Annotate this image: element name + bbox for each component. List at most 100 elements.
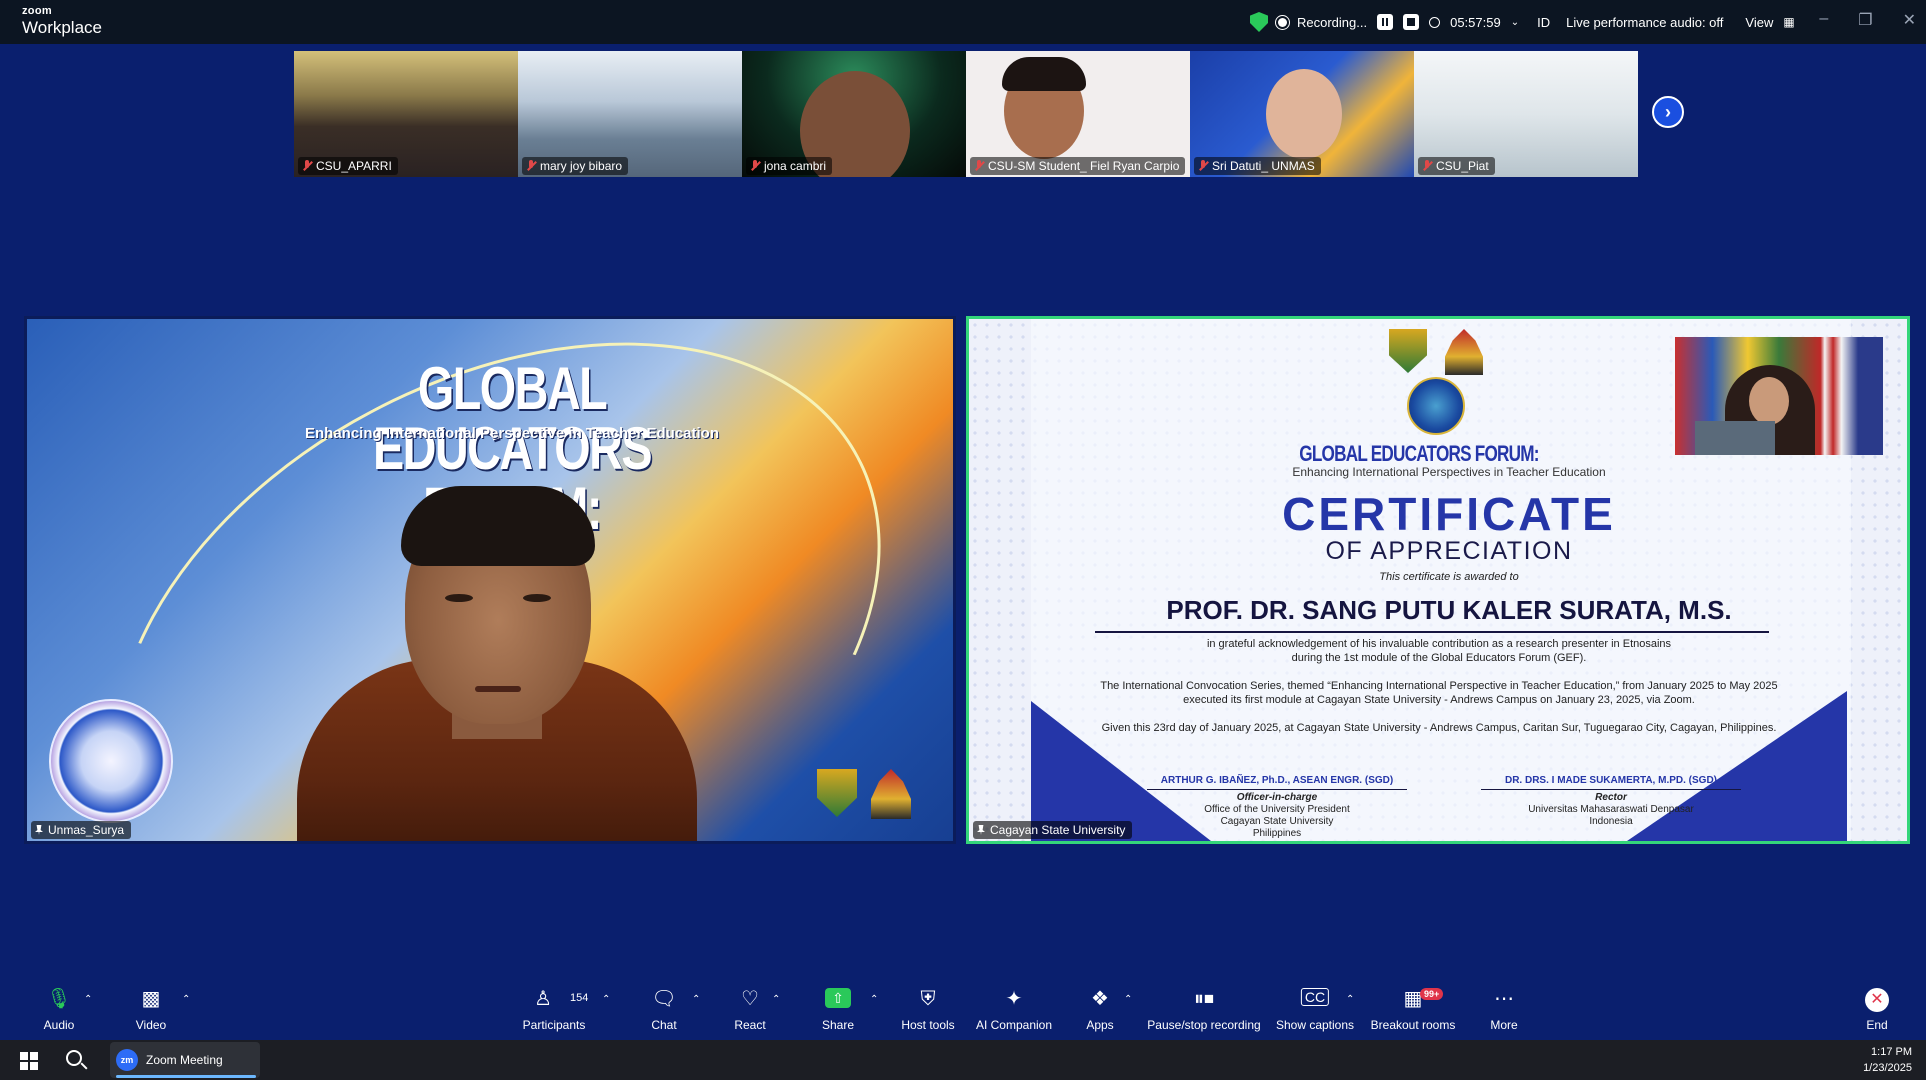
speaker-person <box>297 464 697 841</box>
pause-stop-recording-button[interactable]: ⏸⏹ Pause/stop recording <box>1146 984 1262 1038</box>
signatory-left-role: Officer-in-charge <box>1236 792 1318 803</box>
apps-button[interactable]: ❖ Apps <box>1084 984 1116 1038</box>
video-camera-icon: ▩ <box>141 988 161 1010</box>
certificate-text-line: during the 1st module of the Global Educ… <box>1291 652 1587 664</box>
zoom-app-icon: zm <box>116 1049 138 1071</box>
system-date: 1/23/2025 <box>1863 1062 1912 1074</box>
signatory-left-org: Philippines <box>1252 828 1302 839</box>
certificate-text-line: executed its first module at Cagayan Sta… <box>1183 694 1695 706</box>
participant-label: jona cambri <box>746 157 833 175</box>
ai-companion-button[interactable]: ✦ AI Companion <box>972 984 1056 1038</box>
participant-tile[interactable]: CSU_Piat <box>1414 51 1638 177</box>
search-icon[interactable] <box>66 1050 82 1066</box>
ai-companion-label: AI Companion <box>975 1018 1053 1032</box>
apps-options-chevron-icon[interactable]: ⌃ <box>1124 994 1132 1005</box>
host-tools-label: Host tools <box>901 1018 955 1032</box>
chevron-right-icon: › <box>1665 101 1671 122</box>
end-meeting-button[interactable]: ✕ End <box>1864 984 1890 1038</box>
share-label: Share <box>821 1018 855 1032</box>
taskbar-app-label: Zoom Meeting <box>146 1053 223 1067</box>
audio-label: Audio <box>43 1018 75 1032</box>
show-captions-label: Show captions <box>1275 1018 1355 1032</box>
taskbar-zoom-app[interactable]: zm Zoom Meeting <box>110 1042 260 1078</box>
video-button[interactable]: ▩ Video <box>130 984 172 1038</box>
participant-tile[interactable]: CSU_APARRI <box>294 51 518 177</box>
participant-name: CSU-SM Student_ Fiel Ryan Carpio <box>988 159 1180 173</box>
csu-logo <box>817 769 857 817</box>
share-button[interactable]: ⇧ Share <box>818 984 858 1038</box>
speaker-name-tag: Cagayan State University <box>973 821 1133 839</box>
clock-icon <box>1429 16 1441 28</box>
video-options-chevron-icon[interactable]: ⌃ <box>182 994 190 1005</box>
certificate-text-line: The International Convocation Series, th… <box>1100 680 1778 692</box>
unmas-logo <box>871 769 911 819</box>
participants-count: 154 <box>570 992 589 1004</box>
grid-view-icon[interactable]: ▦ <box>1783 15 1794 29</box>
sparkle-icon: ✦ <box>1005 988 1023 1010</box>
pause-recording-button[interactable] <box>1377 14 1394 30</box>
minimize-icon[interactable]: – <box>1819 10 1828 30</box>
stop-recording-button[interactable] <box>1403 14 1420 30</box>
view-button[interactable]: View <box>1745 15 1773 30</box>
brand-small: zoom <box>22 5 52 17</box>
gallery-next-page-button[interactable]: › <box>1652 96 1684 128</box>
speaker-video-left[interactable]: GLOBAL EDUCATORS FORUM: Enhancing Intern… <box>24 316 956 844</box>
recording-status-group: Recording... 05:57:59 ⌄ ID Live performa… <box>1250 8 1795 36</box>
os-taskbar: zm Zoom Meeting 1:17 PM 1/23/2025 <box>0 1040 1926 1080</box>
chat-options-chevron-icon[interactable]: ⌃ <box>692 994 700 1005</box>
react-button[interactable]: ♡ React <box>730 984 770 1038</box>
maximize-icon[interactable]: ❐ <box>1858 10 1872 30</box>
signatory-right-org: Universitas Mahasaraswati Denpasar <box>1528 804 1694 815</box>
participants-label: Participants <box>522 1018 586 1032</box>
speaker-mouth <box>475 686 521 692</box>
participants-options-chevron-icon[interactable]: ⌃ <box>602 994 610 1005</box>
participant-name: mary joy bibaro <box>540 159 623 173</box>
audio-options-chevron-icon[interactable]: ⌃ <box>84 994 92 1005</box>
chat-button[interactable]: 🗨 Chat <box>648 984 680 1038</box>
window-controls: – ❐ ✕ <box>1819 10 1916 30</box>
heart-icon: ♡ <box>741 988 759 1010</box>
recording-label: Recording... <box>1297 14 1368 30</box>
participant-tile[interactable]: CSU-SM Student_ Fiel Ryan Carpio <box>966 51 1190 177</box>
share-options-chevron-icon[interactable]: ⌃ <box>870 994 878 1005</box>
participant-tile[interactable]: jona cambri <box>742 51 966 177</box>
close-icon[interactable]: ✕ <box>1903 10 1916 30</box>
system-clock[interactable]: 1:17 PM 1/23/2025 <box>1863 1044 1912 1076</box>
speaker-eye-left <box>445 594 473 602</box>
encryption-shield-icon[interactable] <box>1250 12 1268 32</box>
meeting-id-button[interactable]: ID <box>1537 15 1550 30</box>
audio-button[interactable]: 🎙 Audio <box>38 984 80 1038</box>
mic-muted-icon <box>302 160 312 172</box>
live-audio-status[interactable]: Live performance audio: off <box>1566 15 1723 30</box>
host-tools-button[interactable]: ⛨ Host tools <box>898 984 958 1038</box>
end-call-icon: ✕ <box>1865 988 1889 1012</box>
participants-button[interactable]: ♙ 154 Participants <box>520 984 589 1038</box>
participant-tile[interactable]: Sri Datuti_ UNMAS <box>1190 51 1414 177</box>
participant-tile[interactable]: mary joy bibaro <box>518 51 742 177</box>
signatory-right: DR. DRS. I MADE SUKAMERTA, M.PD. (SGD) R… <box>1481 775 1741 828</box>
chevron-down-icon[interactable]: ⌄ <box>1511 17 1519 28</box>
speaker-video-right[interactable]: GLOBAL EDUCATORS FORUM: Enhancing Intern… <box>966 316 1910 844</box>
show-captions-button[interactable]: CC Show captions <box>1274 984 1356 1038</box>
more-button[interactable]: ⋯ More <box>1486 984 1522 1038</box>
speaker-name: Cagayan State University <box>990 823 1126 837</box>
participant-label: CSU-SM Student_ Fiel Ryan Carpio <box>970 157 1186 175</box>
speaker-name-tag: Unmas_Surya <box>31 821 132 839</box>
presenter-laptop <box>1695 421 1775 455</box>
react-label: React <box>734 1018 766 1032</box>
breakout-rooms-button[interactable]: ▦ 99+ Breakout rooms <box>1370 984 1456 1038</box>
captions-options-chevron-icon[interactable]: ⌃ <box>1346 994 1354 1005</box>
forum-seal-logo <box>1407 377 1465 435</box>
participant-name: jona cambri <box>764 159 827 173</box>
certificate-forum-title: GLOBAL EDUCATORS FORUM: <box>1299 441 1539 466</box>
end-label: End <box>1866 1018 1888 1032</box>
signatory-right-org: Indonesia <box>1589 816 1633 827</box>
share-screen-icon: ⇧ <box>825 988 851 1008</box>
gallery-strip: CSU_APARRI mary joy bibaro jona cambri C… <box>294 51 1638 177</box>
video-label: Video <box>135 1018 167 1032</box>
elapsed-time[interactable]: 05:57:59 <box>1450 15 1501 30</box>
react-options-chevron-icon[interactable]: ⌃ <box>772 994 780 1005</box>
pause-stop-icon: ⏸⏹ <box>1194 988 1214 1010</box>
signatory-right-name: DR. DRS. I MADE SUKAMERTA, M.PD. (SGD) <box>1481 775 1741 790</box>
windows-start-icon[interactable] <box>20 1052 38 1070</box>
